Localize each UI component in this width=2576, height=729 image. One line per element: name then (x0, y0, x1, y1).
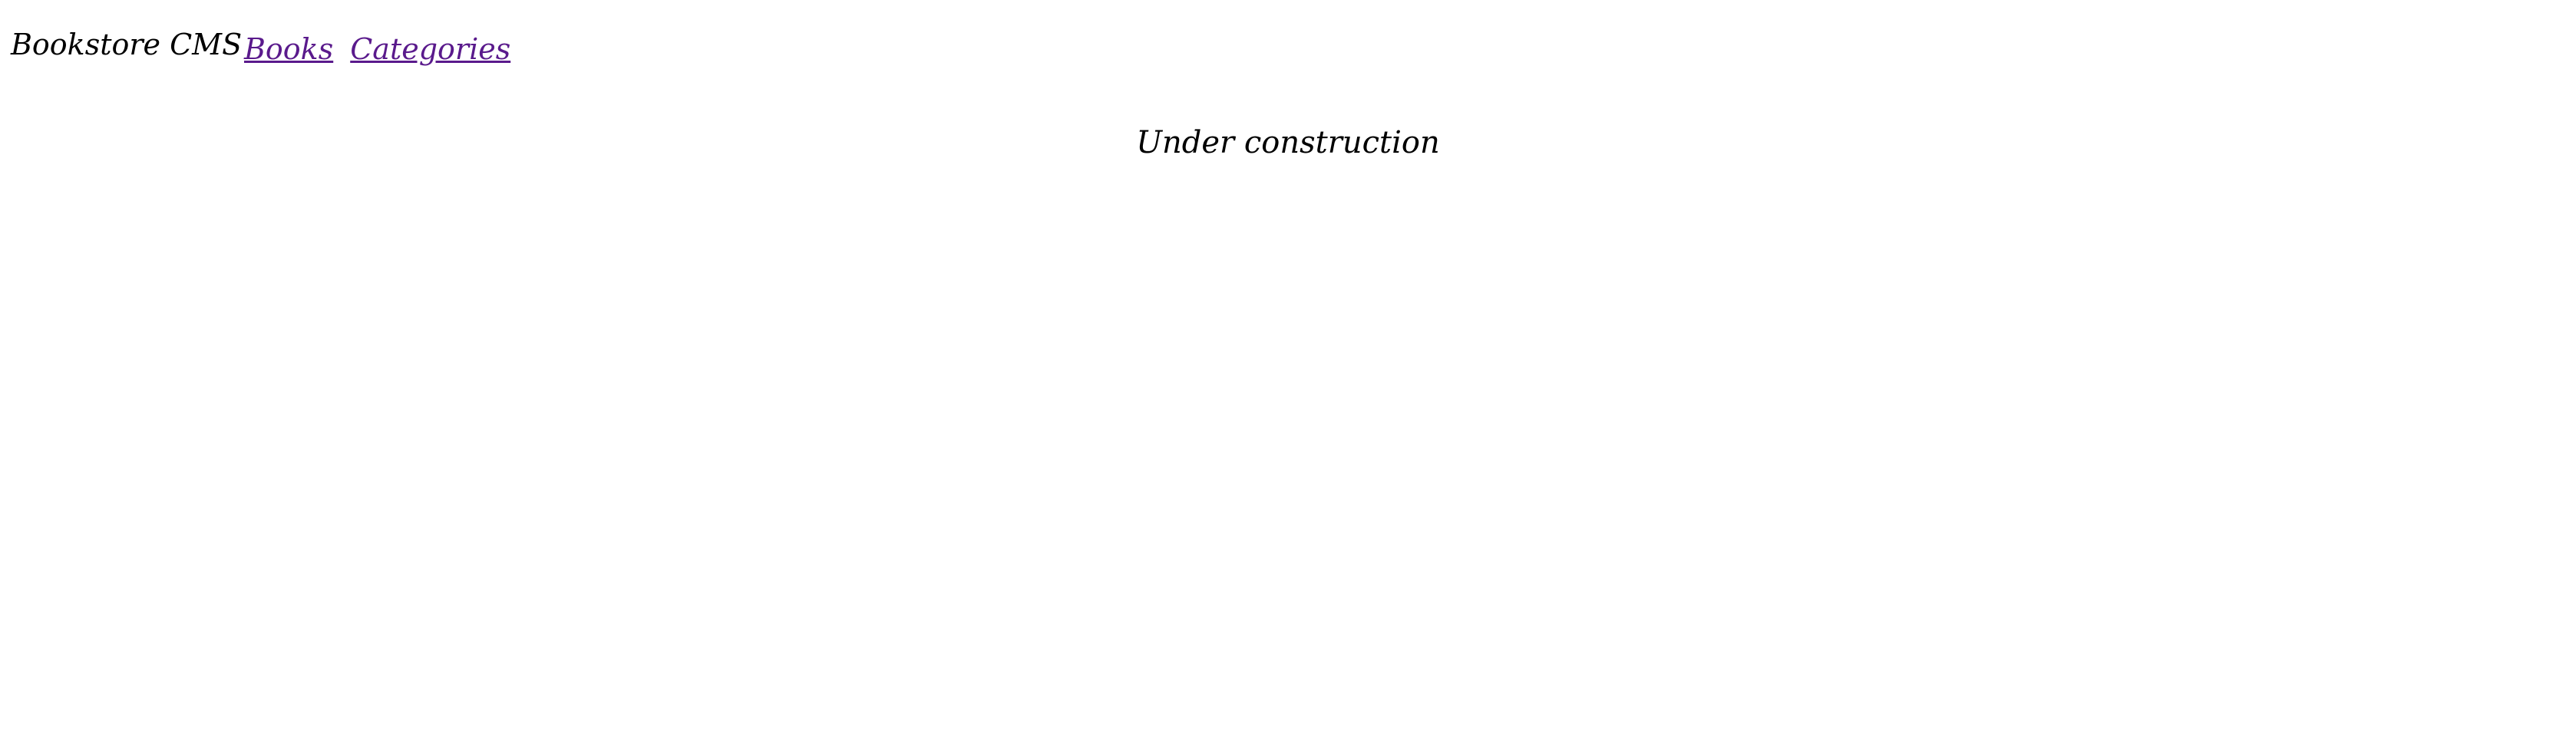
main-nav: Books Categories (244, 31, 510, 68)
nav-link-books[interactable]: Books (244, 31, 333, 68)
app-header: Bookstore CMS Books Categories (0, 0, 2576, 92)
main-content: Under construction (0, 123, 2576, 163)
nav-link-categories[interactable]: Categories (350, 31, 510, 68)
under-construction-message: Under construction (1136, 125, 1440, 160)
brand-title: Bookstore CMS (11, 28, 243, 61)
